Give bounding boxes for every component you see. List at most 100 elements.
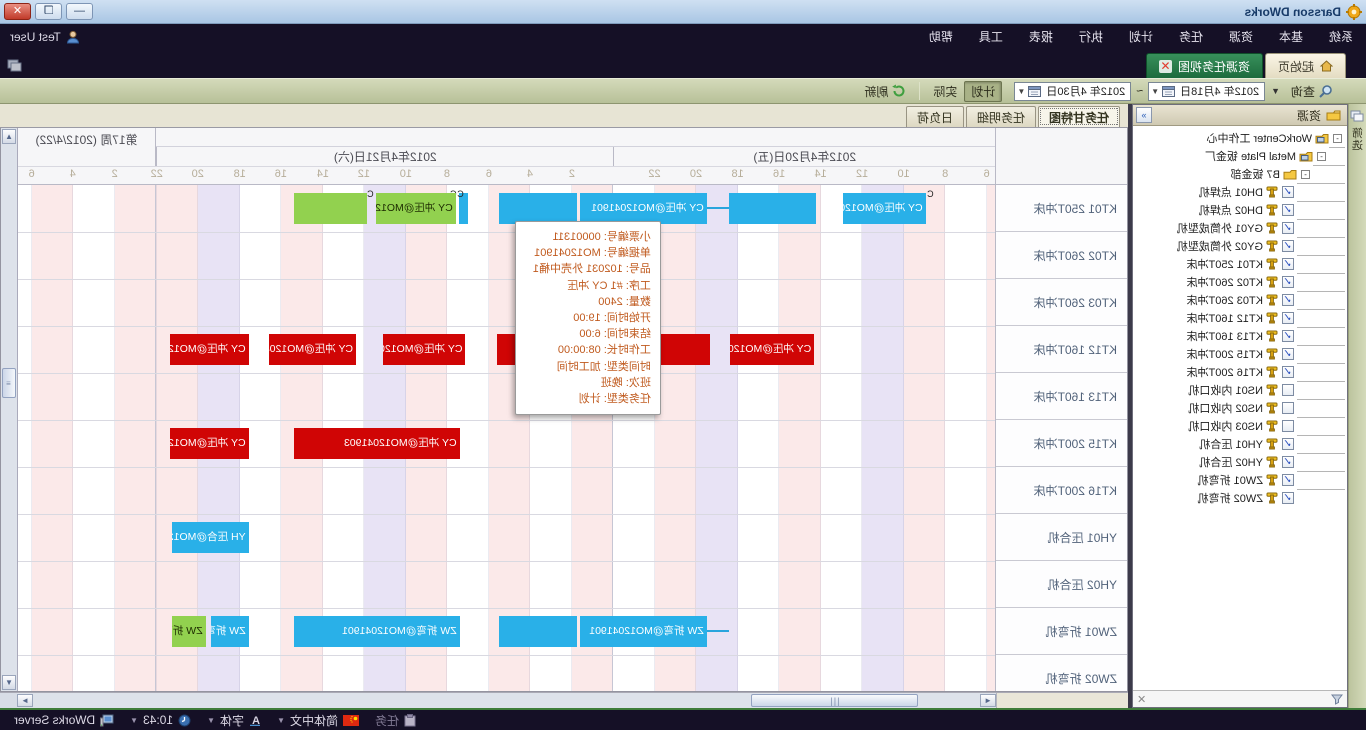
task-bar[interactable]: ZW 折弯@MO12041902 [172, 616, 205, 647]
view-tab-0[interactable]: 任务甘特图 [1038, 106, 1120, 127]
tree-checkbox[interactable] [1282, 258, 1294, 270]
menu-item-4[interactable]: 计划 [1116, 30, 1166, 44]
refresh-button[interactable]: 刷新 [857, 81, 913, 102]
status-item-2[interactable]: A字体▼ [201, 712, 267, 729]
tree-checkbox[interactable] [1282, 222, 1294, 234]
tree-item[interactable]: KT13 160T冲床 [1133, 327, 1345, 345]
tree-item[interactable]: NS02 内收口机 [1133, 399, 1345, 417]
scroll-right-icon[interactable]: ► [17, 694, 33, 707]
menu-item-0[interactable]: 系统 [1316, 30, 1366, 44]
task-bar[interactable]: ZW 折弯@MO12041901 [295, 616, 460, 647]
horizontal-scrollbar[interactable]: ◄ ||| ► [17, 693, 996, 708]
tree-checkbox[interactable] [1282, 492, 1294, 504]
tree-checkbox[interactable] [1282, 204, 1294, 216]
tree-item[interactable]: GY01 外筒成型机 [1133, 219, 1345, 237]
tree-item[interactable]: ZW01 折弯机 [1133, 471, 1345, 489]
close-button[interactable]: ✕ [4, 3, 31, 20]
tree-checkbox[interactable] [1282, 438, 1294, 450]
tree-checkbox[interactable] [1282, 420, 1294, 432]
tree-item[interactable]: KT15 200T冲床 [1133, 345, 1345, 363]
menu-item-8[interactable]: 帮助 [916, 30, 966, 44]
tree-expander-icon[interactable]: - [1317, 152, 1326, 161]
tree-item[interactable]: -Metal Plate 钣金厂 [1133, 147, 1345, 165]
tree-item[interactable]: KT01 250T冲床 [1133, 255, 1345, 273]
date-from-field[interactable]: 2012年 4月18日 ▼ [1148, 82, 1265, 101]
filter-funnel-icon[interactable] [1331, 694, 1343, 705]
task-bar[interactable]: CY 冲压@MO12041901 [843, 193, 926, 224]
tree-checkbox[interactable] [1282, 294, 1294, 306]
task-bar[interactable]: CY 冲压@MO12041904 [383, 334, 465, 365]
task-bar[interactable]: YH 压合@MO12041901 [172, 522, 248, 553]
tree-item[interactable]: -B7 钣金部 [1133, 165, 1345, 183]
scroll-left-icon[interactable]: ◄ [980, 694, 996, 707]
task-bar[interactable]: CY 冲压@MO12041903 [295, 428, 460, 459]
dock-strip-label[interactable]: 筛选 [1352, 128, 1364, 152]
tree-checkbox[interactable] [1282, 186, 1294, 198]
tree-checkbox[interactable] [1282, 456, 1294, 468]
tree-checkbox[interactable] [1282, 402, 1294, 414]
date-from-dropdown-icon[interactable]: ▼ [1151, 87, 1159, 96]
menu-item-3[interactable]: 任务 [1166, 30, 1216, 44]
task-bar[interactable]: CY 冲压@MO12041904 [269, 334, 356, 365]
panel-splitter[interactable] [1128, 104, 1132, 708]
tree-expander-icon[interactable]: - [1301, 170, 1310, 179]
menu-item-6[interactable]: 报表 [1016, 30, 1066, 44]
tree-item[interactable]: -WorkCenter 工作中心 [1133, 129, 1345, 147]
tree-item[interactable]: KT16 200T冲床 [1133, 363, 1345, 381]
actual-toggle-button[interactable]: 实际 [926, 81, 964, 102]
tree-item[interactable]: NS01 内收口机 [1133, 381, 1345, 399]
menu-item-1[interactable]: 基本 [1266, 30, 1316, 44]
task-bar[interactable]: CY 冲压@MO12041904 [730, 334, 814, 365]
tree-item[interactable]: DH01 点焊机 [1133, 183, 1345, 201]
tree-expander-icon[interactable]: - [1333, 134, 1342, 143]
task-bar[interactable] [729, 193, 816, 224]
tree-item[interactable]: DH02 点焊机 [1133, 201, 1345, 219]
menu-item-7[interactable]: 工具 [966, 30, 1016, 44]
task-bar[interactable]: CY 冲压@MO12041903 [170, 428, 248, 459]
tree-checkbox[interactable] [1282, 330, 1294, 342]
tree-checkbox[interactable] [1282, 474, 1294, 486]
status-item-3[interactable]: 10:43▼ [124, 713, 197, 727]
tree-item[interactable]: YH01 压合机 [1133, 435, 1345, 453]
view-tab-1[interactable]: 任务明细 [966, 106, 1036, 127]
tree-item[interactable]: KT02 260T冲床 [1133, 273, 1345, 291]
view-tab-2[interactable]: 日负荷 [906, 106, 964, 127]
tree-item[interactable]: GY02 外筒成型机 [1133, 237, 1345, 255]
task-bar[interactable]: ZW 折弯@MO12041901 [580, 616, 707, 647]
vertical-scroll-thumb[interactable]: ≡ [2, 368, 16, 398]
task-bar[interactable]: CY 冲压@MO12041902 [376, 193, 456, 224]
tree-checkbox[interactable] [1282, 366, 1294, 378]
scroll-up-icon[interactable]: ▲ [2, 129, 16, 144]
tree-item[interactable]: KT12 160T冲床 [1133, 309, 1345, 327]
tree-checkbox[interactable] [1282, 276, 1294, 288]
docked-panel-icon[interactable] [1351, 110, 1365, 122]
task-bar[interactable] [499, 193, 577, 224]
tab-resource-task-view[interactable]: 资源任务视图 ✕ [1146, 53, 1263, 78]
filter-clear-icon[interactable]: ✕ [1137, 693, 1146, 706]
plan-toggle-button[interactable]: 计划 [964, 81, 1002, 102]
horizontal-scroll-thumb[interactable]: ||| [751, 694, 917, 707]
chevron-down-icon[interactable]: ▼ [277, 716, 285, 725]
tab-close-icon[interactable]: ✕ [1159, 60, 1172, 73]
tree-checkbox[interactable] [1282, 312, 1294, 324]
tree-checkbox[interactable] [1282, 240, 1294, 252]
task-bar[interactable]: ZW 折弯@MO12041901 [211, 616, 248, 647]
tree-item[interactable]: KT03 260T冲床 [1133, 291, 1345, 309]
tree-checkbox[interactable] [1282, 348, 1294, 360]
status-item-1[interactable]: 简体中文▼ [271, 712, 365, 729]
scroll-down-icon[interactable]: ▼ [2, 675, 16, 690]
menu-item-5[interactable]: 执行 [1066, 30, 1116, 44]
tab-home[interactable]: 起始页 [1265, 53, 1346, 78]
task-bar[interactable]: CY 冲压@MO12041901 [580, 193, 707, 224]
task-bar[interactable]: CY 冲压@MO12041904 [170, 334, 248, 365]
menu-item-2[interactable]: 资源 [1216, 30, 1266, 44]
chevron-down-icon[interactable]: ▼ [207, 716, 215, 725]
restore-button[interactable]: ❐ [35, 3, 62, 20]
panel-collapse-button[interactable]: » [1136, 107, 1152, 123]
date-to-field[interactable]: 2012年 4月30日 ▼ [1014, 82, 1131, 101]
status-item-4[interactable]: DWorks Server [8, 713, 120, 727]
vertical-scrollbar[interactable]: ▲ ≡ ▼ [1, 128, 18, 691]
query-dropdown-icon[interactable]: ▼ [1267, 86, 1284, 96]
tree-item[interactable]: NS03 内收口机 [1133, 417, 1345, 435]
window-list-icon[interactable] [6, 59, 22, 73]
